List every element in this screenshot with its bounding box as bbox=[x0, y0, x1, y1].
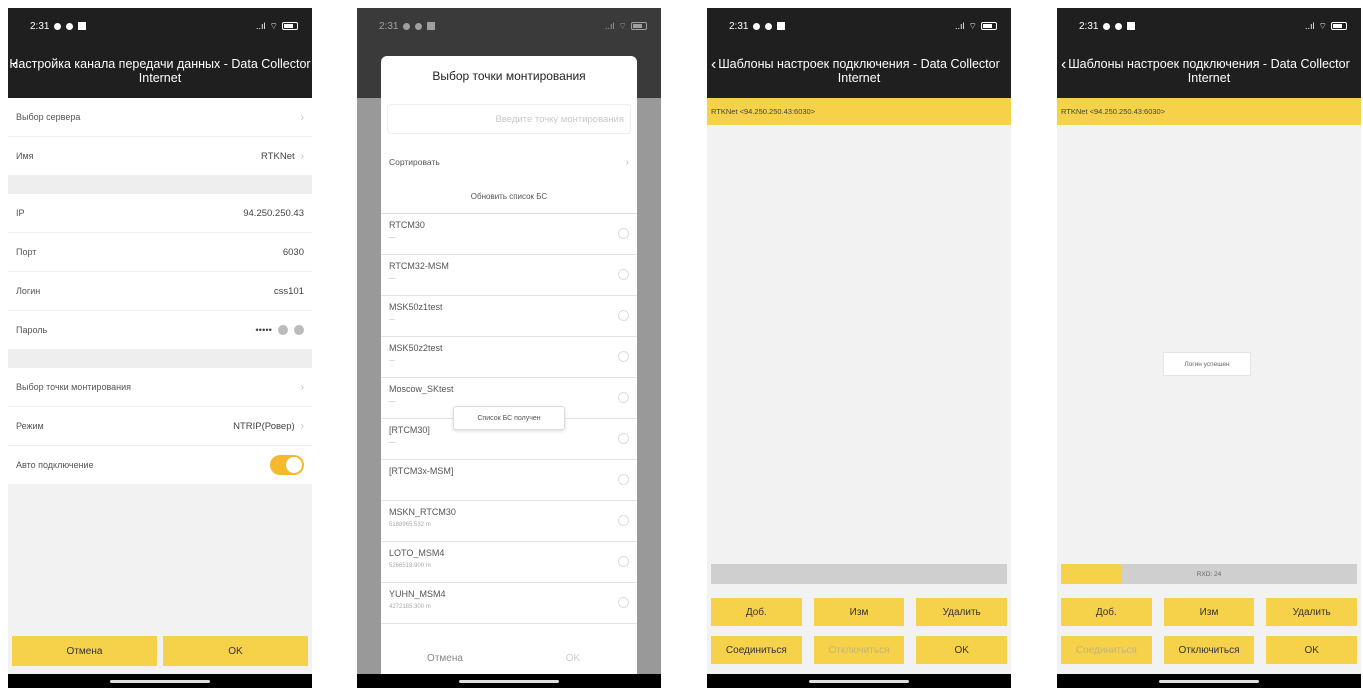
template-item-selected[interactable]: RTKNet <94.250.250.43:6030> bbox=[707, 98, 1011, 125]
radio-icon[interactable] bbox=[618, 433, 629, 444]
toast-message: Список БС получен bbox=[453, 406, 565, 430]
row-login[interactable]: Логин css101 bbox=[8, 272, 312, 311]
list-item[interactable]: MSKN_RTCM30 5188965.532 m bbox=[381, 501, 637, 542]
page-subtitle: Internet bbox=[837, 71, 881, 85]
battery-icon bbox=[282, 22, 298, 30]
chevron-right-icon: › bbox=[300, 420, 304, 432]
chevron-right-icon: › bbox=[625, 156, 629, 168]
list-item[interactable]: RTCM32-MSM — bbox=[381, 255, 637, 296]
page-subtitle: Internet bbox=[138, 71, 182, 85]
add-button[interactable]: Доб. bbox=[1061, 598, 1152, 626]
page-title: Шаблоны настроек подключения - Data Coll… bbox=[1068, 57, 1350, 71]
ok-button[interactable]: OK bbox=[163, 636, 308, 666]
radio-icon[interactable] bbox=[618, 474, 629, 485]
chevron-right-icon: › bbox=[300, 150, 304, 162]
radio-icon[interactable] bbox=[618, 515, 629, 526]
radio-icon[interactable] bbox=[618, 556, 629, 567]
status-bar: 2:31 ..ıl⌔ bbox=[8, 8, 312, 44]
list-item[interactable]: YUHN_MSM4 4272185.300 m bbox=[381, 583, 637, 624]
row-password[interactable]: Пароль ••••• bbox=[8, 311, 312, 350]
phone-screen-data-channel-settings: 2:31 ..ıl ⌔ ‹ Настройка канала передачи д… bbox=[8, 8, 312, 688]
disconnect-button[interactable]: Отключиться bbox=[1163, 636, 1255, 664]
battery-icon bbox=[1331, 22, 1347, 30]
battery-icon bbox=[981, 22, 997, 30]
delete-button[interactable]: Удалить bbox=[916, 598, 1008, 626]
row-mode[interactable]: Режим NTRIP(Ровер) › bbox=[8, 407, 312, 446]
gesture-bar bbox=[8, 674, 312, 688]
chevron-right-icon: › bbox=[300, 111, 304, 123]
dialog-title: Выбор точки монтирования bbox=[432, 69, 586, 83]
phone-screen-mountpoint-dialog: 2:31 ..ıl⌔ Выбор точки монтирования Введ… bbox=[357, 8, 661, 688]
page-title: Шаблоны настроек подключения - Data Coll… bbox=[718, 57, 1000, 71]
row-ip[interactable]: IP 94.250.250.43 bbox=[8, 194, 312, 233]
ok-button[interactable]: OK bbox=[916, 636, 1008, 664]
status-bar: 2:31 ..ıl⌔ bbox=[707, 8, 1011, 44]
back-icon[interactable]: ‹ bbox=[1061, 57, 1066, 73]
row-auto-connect: Авто подключение bbox=[8, 446, 312, 485]
gesture-bar bbox=[357, 674, 661, 688]
list-item[interactable]: LOTO_MSM4 5266518.900 m bbox=[381, 542, 637, 583]
status-bar: 2:31 ..ıl⌔ bbox=[1057, 8, 1361, 44]
refresh-list-button[interactable]: Обновить список БС bbox=[381, 180, 637, 214]
ok-button[interactable]: OK bbox=[1266, 636, 1358, 664]
page-subtitle: Internet bbox=[1187, 71, 1231, 85]
list-item[interactable]: MSK50z1test — bbox=[381, 296, 637, 337]
title-bar: ‹ Шаблоны настроек подключения - Data Co… bbox=[707, 44, 1011, 98]
list-item[interactable]: RTCM30— bbox=[381, 214, 637, 255]
add-button[interactable]: Доб. bbox=[711, 598, 802, 626]
radio-icon[interactable] bbox=[618, 228, 629, 239]
phone-screen-connection-templates: 2:31 ..ıl ⌔ ‹ Шаблоны настроек подключени… bbox=[707, 8, 1011, 688]
phone-screen-connection-templates-connected: 2:31 ..ıl ⌔ ‹ Шаблоны настроек подключени… bbox=[1057, 8, 1361, 688]
page-title: Настройка канала передачи данных - Data … bbox=[9, 57, 311, 71]
back-icon[interactable]: ‹ bbox=[711, 57, 716, 73]
eye-icon[interactable] bbox=[294, 325, 304, 335]
edit-button[interactable]: Изм bbox=[1163, 598, 1255, 626]
title-bar: ‹ Шаблоны настроек подключения - Data Co… bbox=[1057, 44, 1361, 98]
row-server-select[interactable]: Выбор сервера › bbox=[8, 98, 312, 137]
radio-icon[interactable] bbox=[618, 269, 629, 280]
row-mountpoint-select[interactable]: Выбор точки монтирования › bbox=[8, 368, 312, 407]
row-port[interactable]: Порт 6030 bbox=[8, 233, 312, 272]
cancel-button[interactable]: Отмена bbox=[12, 636, 157, 666]
gesture-bar bbox=[1057, 674, 1361, 688]
wifi-icon: ⌔ bbox=[1318, 20, 1327, 31]
wifi-icon: ⌔ bbox=[269, 20, 278, 31]
chevron-right-icon: › bbox=[300, 381, 304, 393]
status-time: 2:31 bbox=[30, 20, 50, 32]
wifi-icon: ⌔ bbox=[968, 20, 977, 31]
delete-button[interactable]: Удалить bbox=[1266, 598, 1358, 626]
connect-button[interactable]: Соединиться bbox=[1061, 636, 1152, 664]
progress-text: RXD: 24 bbox=[1196, 570, 1222, 578]
back-icon[interactable]: ‹ bbox=[12, 57, 17, 73]
radio-icon[interactable] bbox=[618, 351, 629, 362]
radio-icon[interactable] bbox=[618, 597, 629, 608]
auto-connect-toggle[interactable] bbox=[270, 455, 304, 475]
connect-button[interactable]: Соединиться bbox=[711, 636, 802, 664]
template-item-selected[interactable]: RTKNet <94.250.250.43:6030> bbox=[1057, 98, 1361, 125]
list-item[interactable]: MSK50z2test — bbox=[381, 337, 637, 378]
title-bar: ‹ Настройка канала передачи данных - Dat… bbox=[8, 44, 312, 98]
progress-bar: RXD: 24 bbox=[1061, 564, 1357, 584]
edit-button[interactable]: Изм bbox=[813, 598, 905, 626]
gesture-bar bbox=[707, 674, 1011, 688]
row-name[interactable]: Имя RTKNet › bbox=[8, 137, 312, 176]
mountpoint-search-input[interactable]: Введите точку монтирования bbox=[387, 104, 631, 134]
radio-icon[interactable] bbox=[618, 310, 629, 321]
disconnect-button[interactable]: Отключиться bbox=[813, 636, 905, 664]
radio-icon[interactable] bbox=[618, 392, 629, 403]
list-item[interactable]: [RTCM3x-MSM] bbox=[381, 460, 637, 501]
toast-message: Логин успешен bbox=[1163, 352, 1251, 376]
sort-row[interactable]: Сортировать › bbox=[381, 144, 637, 180]
clear-icon[interactable] bbox=[278, 325, 288, 335]
mountpoint-dialog: Выбор точки монтирования Введите точку м… bbox=[381, 56, 637, 680]
progress-bar bbox=[711, 564, 1007, 584]
signal-icon: ..ıl bbox=[256, 21, 266, 31]
